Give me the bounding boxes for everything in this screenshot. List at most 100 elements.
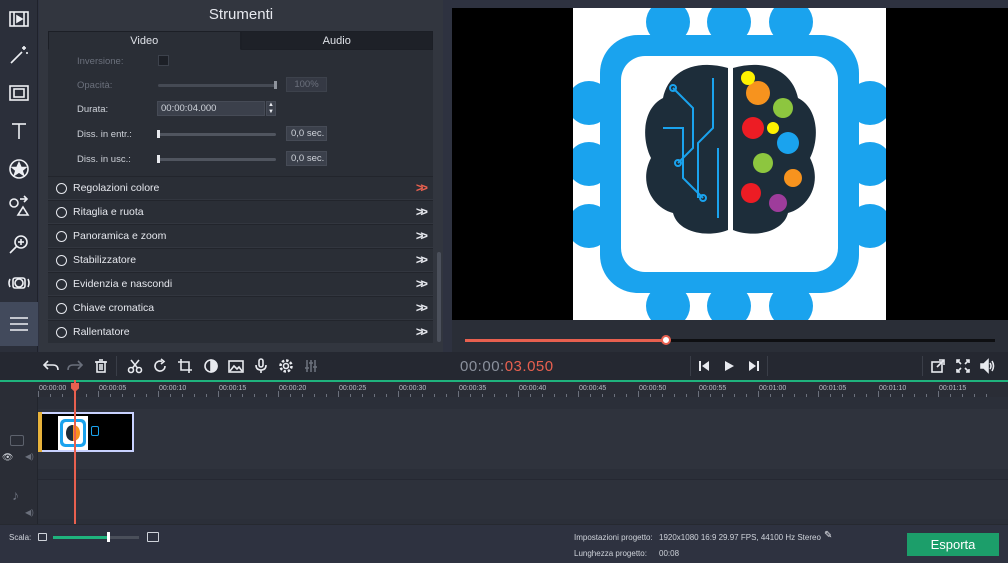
- crop-button[interactable]: [174, 355, 196, 377]
- double-chevron-right-icon: >>: [415, 228, 428, 243]
- camera-shake-icon: [8, 277, 30, 289]
- project-settings-value: 1920x1080 16:9 29.97 FPS, 44100 Hz Stere…: [659, 533, 821, 542]
- opacita-slider-track[interactable]: [158, 84, 276, 87]
- color-adjust-button[interactable]: [200, 355, 222, 377]
- zoom-in-icon[interactable]: [147, 532, 159, 542]
- tab-video[interactable]: Video: [48, 31, 241, 50]
- magic-wand-icon: [10, 46, 28, 64]
- toggle-circle-icon[interactable]: [56, 303, 67, 314]
- media-button[interactable]: [225, 355, 247, 377]
- tools-panel: Strumenti Video Audio Inversione: Opacit…: [39, 0, 443, 352]
- diss-entr-label: Diss. in entr.:: [77, 129, 132, 140]
- inversione-label: Inversione:: [77, 56, 124, 67]
- pencil-icon[interactable]: ✎: [824, 530, 832, 541]
- tools-scrollbar[interactable]: [437, 252, 441, 342]
- clip-transition-icon[interactable]: [91, 426, 99, 436]
- audio-track[interactable]: [38, 479, 1008, 519]
- shapes-icon: [9, 195, 30, 216]
- fullscreen-icon: [956, 359, 970, 373]
- video-clip[interactable]: [38, 412, 134, 452]
- record-audio-button[interactable]: [250, 355, 272, 377]
- microphone-icon: [255, 358, 267, 373]
- diss-entr-value[interactable]: 0,0 sec.: [286, 126, 327, 141]
- track-speaker-icon[interactable]: ◀): [25, 508, 34, 517]
- zoom-slider-fill: [53, 536, 109, 539]
- status-bar: Scala: Impostazioni progetto: 1920x1080 …: [0, 524, 1008, 563]
- video-track[interactable]: [38, 409, 1008, 469]
- inversione-checkbox[interactable]: [158, 55, 169, 66]
- durata-field[interactable]: 00:00:04.000: [157, 101, 265, 116]
- durata-stepper[interactable]: ▲ ▼: [266, 101, 276, 116]
- section-regolazioni-colore[interactable]: Regolazioni colore >>: [48, 176, 433, 199]
- previous-button[interactable]: [692, 355, 716, 377]
- diss-usc-value[interactable]: 0,0 sec.: [286, 151, 327, 166]
- clip-trim-handle[interactable]: [38, 412, 42, 452]
- star-badge-icon: [9, 159, 29, 179]
- toggle-circle-icon[interactable]: [56, 183, 67, 194]
- track-speaker-icon[interactable]: ◀): [25, 452, 34, 461]
- redo-button[interactable]: [64, 355, 86, 377]
- section-ritaglia-ruota[interactable]: Ritaglia e ruota >>: [48, 200, 433, 223]
- video-preview[interactable]: [452, 0, 1008, 328]
- toggle-circle-icon[interactable]: [56, 255, 67, 266]
- section-chiave-cromatica[interactable]: Chiave cromatica >>: [48, 296, 433, 319]
- play-button[interactable]: [717, 355, 741, 377]
- zoom-slider-knob[interactable]: [107, 532, 111, 542]
- transitions-tool-button[interactable]: [0, 74, 38, 112]
- track-headers: 👁 ◀) ♪ ◀): [0, 397, 38, 524]
- eye-icon[interactable]: 👁: [2, 452, 13, 463]
- zoom-out-icon[interactable]: [38, 533, 47, 541]
- trash-icon: [95, 359, 107, 373]
- section-evidenzia-nascondi[interactable]: Evidenzia e nascondi >>: [48, 272, 433, 295]
- opacita-slider-knob[interactable]: [274, 81, 277, 89]
- tab-audio[interactable]: Audio: [240, 31, 433, 50]
- toggle-circle-icon[interactable]: [56, 231, 67, 242]
- project-length-value: 00:08: [659, 549, 680, 558]
- stickers-tool-button[interactable]: [0, 150, 38, 188]
- next-button[interactable]: [742, 355, 766, 377]
- delete-button[interactable]: [90, 355, 112, 377]
- filters-tool-button[interactable]: [0, 36, 38, 74]
- section-rallentatore[interactable]: Rallentatore >>: [48, 320, 433, 343]
- section-stabilizzatore[interactable]: Stabilizzatore >>: [48, 248, 433, 271]
- toggle-circle-icon[interactable]: [56, 207, 67, 218]
- undo-button[interactable]: [40, 355, 62, 377]
- rotate-button[interactable]: [149, 355, 171, 377]
- toggle-circle-icon[interactable]: [56, 327, 67, 338]
- audio-mixer-button[interactable]: [300, 355, 322, 377]
- redo-icon: [67, 360, 83, 371]
- timeline-ruler[interactable]: 00:00:00 00:00:05 00:00:10 00:00:15 00:00:20…: [0, 380, 1008, 397]
- import-tool-button[interactable]: [0, 0, 38, 38]
- toggle-circle-icon[interactable]: [56, 279, 67, 290]
- section-label: Panoramica e zoom: [73, 230, 167, 242]
- scale-label: Scala:: [9, 533, 32, 542]
- split-button[interactable]: [124, 355, 146, 377]
- more-tools-button[interactable]: [0, 302, 38, 346]
- stabilize-tool-button[interactable]: [0, 264, 38, 302]
- zoom-tool-button[interactable]: [0, 226, 38, 264]
- fullscreen-button[interactable]: [952, 355, 974, 377]
- diss-usc-slider-track[interactable]: [158, 158, 276, 161]
- titles-tool-button[interactable]: [0, 112, 38, 150]
- zoom-in-icon: [9, 235, 28, 254]
- export-button[interactable]: Esporta: [907, 533, 999, 556]
- playhead-line[interactable]: [74, 380, 76, 524]
- ruler-tick-label: 00:00:50: [639, 385, 667, 392]
- volume-button[interactable]: [977, 355, 999, 377]
- detach-preview-button[interactable]: [927, 355, 949, 377]
- timecode-prefix: 00:00:: [460, 358, 505, 375]
- ruler-tick-label: 00:00:25: [339, 385, 367, 392]
- diss-entr-slider-track[interactable]: [158, 133, 276, 136]
- section-panoramica-zoom[interactable]: Panoramica e zoom >>: [48, 224, 433, 247]
- diss-entr-slider-knob[interactable]: [157, 130, 160, 138]
- settings-button[interactable]: [275, 355, 297, 377]
- project-settings-label: Impostazioni progetto:: [574, 533, 653, 542]
- ruler-tick-label: 00:00:55: [699, 385, 727, 392]
- durata-label: Durata:: [77, 104, 109, 115]
- playback-progress-knob[interactable]: [661, 335, 672, 345]
- diss-usc-slider-knob[interactable]: [157, 155, 160, 163]
- external-window-icon: [931, 359, 945, 373]
- opacita-value[interactable]: 100%: [286, 77, 327, 92]
- callouts-tool-button[interactable]: [0, 188, 38, 226]
- preview-frame: [567, 0, 892, 328]
